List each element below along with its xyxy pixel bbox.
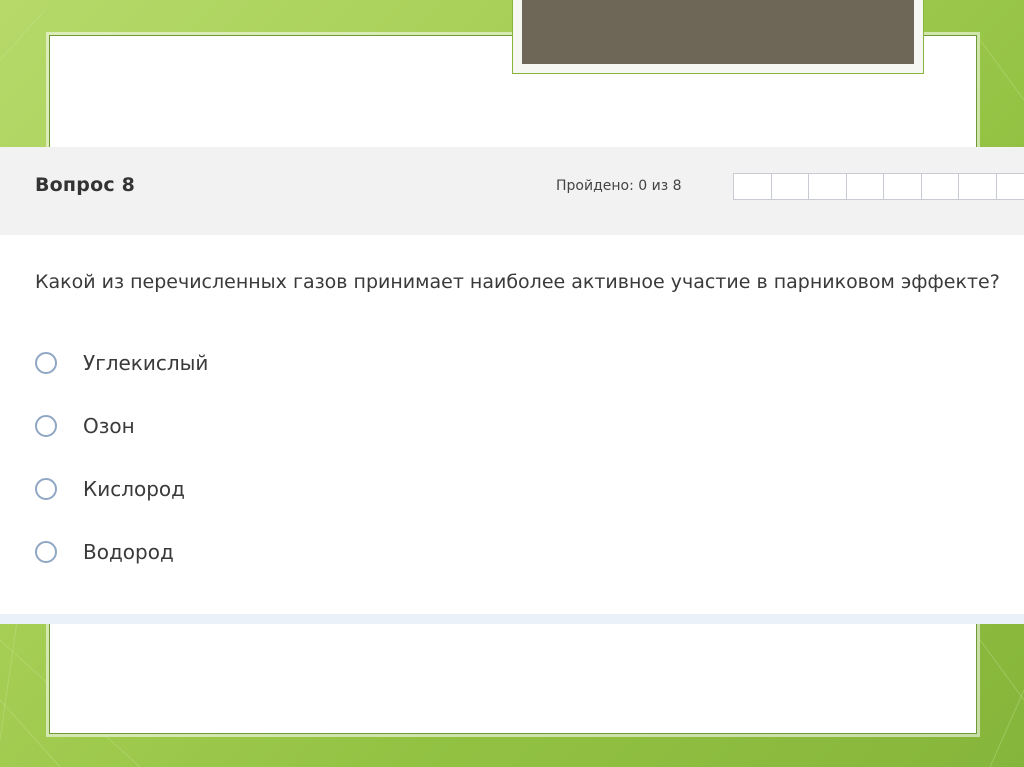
answer-option[interactable]: Водород	[35, 520, 208, 583]
quiz-header: Вопрос 8 Пройдено: 0 из 8	[0, 147, 1024, 235]
answer-list: Углекислый Озон Кислород Водород	[35, 331, 208, 583]
slide-title-plate	[512, 0, 924, 74]
progress-segment	[883, 174, 921, 199]
radio-button-icon[interactable]	[35, 414, 57, 437]
quiz-panel: Вопрос 8 Пройдено: 0 из 8 Какой из переч…	[0, 147, 1024, 624]
progress-segment	[808, 174, 846, 199]
answer-option[interactable]: Озон	[35, 394, 208, 457]
answer-option[interactable]: Кислород	[35, 457, 208, 520]
progress-bar	[733, 173, 1024, 200]
quiz-footer-strip	[0, 614, 1024, 624]
slide-title-block	[522, 0, 914, 64]
progress-segment	[733, 174, 771, 199]
progress-segment	[958, 174, 996, 199]
radio-button-icon[interactable]	[35, 540, 57, 563]
answer-label: Кислород	[83, 476, 185, 501]
progress-segment	[770, 174, 808, 199]
answer-label: Углекислый	[83, 350, 209, 375]
question-text: Какой из перечисленных газов принимает н…	[35, 271, 1000, 293]
answer-label: Водород	[83, 539, 174, 564]
question-number: Вопрос 8	[35, 174, 136, 196]
progress-segment	[995, 174, 1024, 199]
answer-option[interactable]: Углекислый	[35, 331, 208, 394]
progress-segment	[845, 174, 883, 199]
progress-segment	[920, 174, 958, 199]
radio-button-icon[interactable]	[35, 351, 57, 374]
answer-label: Озон	[83, 413, 135, 438]
radio-button-icon[interactable]	[35, 477, 57, 500]
progress-label: Пройдено: 0 из 8	[556, 178, 682, 194]
